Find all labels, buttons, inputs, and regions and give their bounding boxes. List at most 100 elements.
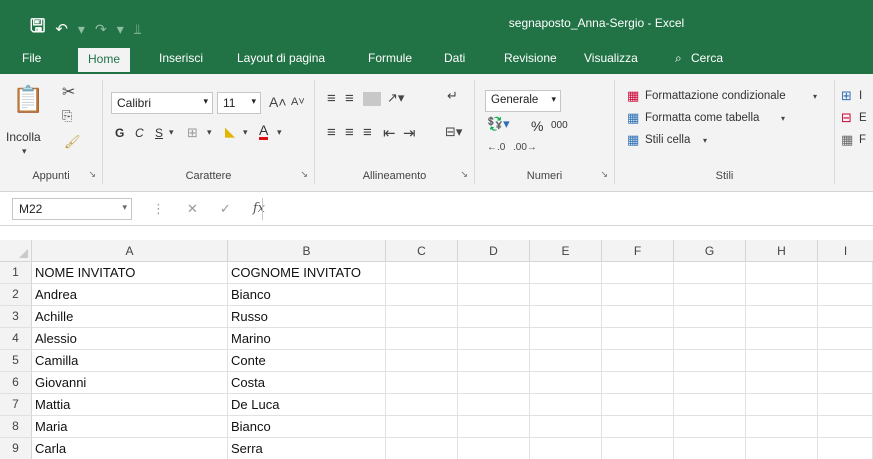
table-cell[interactable] [746, 438, 818, 459]
table-cell[interactable] [458, 262, 530, 284]
format-painter-icon[interactable]: 🖌 [64, 134, 81, 150]
table-cell[interactable]: Mattia [32, 394, 228, 416]
accounting-icon[interactable]: 💱▾ [487, 116, 510, 132]
table-cell[interactable]: NOME INVITATO [32, 262, 228, 284]
table-cell[interactable] [674, 284, 746, 306]
table-cell[interactable]: Costa [228, 372, 386, 394]
bold-button[interactable]: G [115, 126, 124, 140]
table-cell[interactable] [674, 394, 746, 416]
row-header[interactable]: 9 [0, 438, 32, 459]
table-cell[interactable]: Camilla [32, 350, 228, 372]
format-cells-icon[interactable]: ▦ [841, 132, 853, 148]
table-cell[interactable] [818, 306, 873, 328]
table-cell[interactable] [530, 262, 602, 284]
percent-button[interactable]: % [531, 118, 543, 134]
table-cell[interactable] [458, 328, 530, 350]
table-cell[interactable] [530, 328, 602, 350]
format-as-table-button[interactable]: Formatta come tabella [645, 112, 759, 124]
table-cell[interactable] [386, 438, 458, 459]
italic-button[interactable]: C [135, 126, 144, 140]
row-header[interactable]: 3 [0, 306, 32, 328]
fill-color-dropdown-icon[interactable]: ▾ [243, 127, 248, 138]
cancel-icon[interactable]: ✕ [187, 201, 198, 217]
table-cell[interactable]: Conte [228, 350, 386, 372]
column-header-g[interactable]: G [674, 240, 746, 262]
table-cell[interactable]: Alessio [32, 328, 228, 350]
column-header-h[interactable]: H [746, 240, 818, 262]
align-bottom-icon[interactable] [363, 92, 381, 106]
conditional-formatting-dropdown-icon[interactable]: ▾ [813, 92, 817, 101]
align-left-icon[interactable]: ≡ [327, 124, 336, 141]
table-cell[interactable] [674, 438, 746, 459]
column-header-e[interactable]: E [530, 240, 602, 262]
column-header-d[interactable]: D [458, 240, 530, 262]
table-cell[interactable] [746, 306, 818, 328]
table-cell[interactable] [602, 372, 674, 394]
table-cell[interactable] [458, 394, 530, 416]
tab-data[interactable]: Dati [444, 51, 465, 65]
table-cell[interactable] [458, 306, 530, 328]
table-cell[interactable]: COGNOME INVITATO [228, 262, 386, 284]
paste-dropdown-icon[interactable]: ▾ [22, 146, 27, 157]
search-icon[interactable]: ⌕ [675, 51, 682, 66]
orientation-icon[interactable]: ↗▾ [387, 90, 404, 106]
more-options-icon[interactable]: ⋮ [152, 201, 165, 217]
decrease-font-icon[interactable]: A˅ [291, 96, 305, 108]
format-cells-button[interactable]: F [859, 134, 866, 146]
table-cell[interactable]: Giovanni [32, 372, 228, 394]
merge-center-icon[interactable]: ⊟▾ [445, 124, 462, 140]
row-header[interactable]: 4 [0, 328, 32, 350]
table-cell[interactable] [386, 350, 458, 372]
table-cell[interactable] [674, 372, 746, 394]
tab-search[interactable]: Cerca [691, 51, 723, 65]
table-cell[interactable] [458, 350, 530, 372]
table-cell[interactable] [602, 416, 674, 438]
table-cell[interactable] [530, 416, 602, 438]
clipboard-launcher-icon[interactable]: ↘ [88, 169, 96, 180]
table-cell[interactable] [386, 262, 458, 284]
table-cell[interactable] [818, 328, 873, 350]
table-cell[interactable] [458, 416, 530, 438]
format-as-table-dropdown-icon[interactable]: ▾ [781, 114, 785, 123]
number-launcher-icon[interactable]: ↘ [600, 169, 608, 180]
delete-cells-icon[interactable]: ⊟ [841, 110, 852, 126]
table-cell[interactable] [386, 328, 458, 350]
table-cell[interactable]: Andrea [32, 284, 228, 306]
tab-file[interactable]: File [22, 51, 41, 65]
table-cell[interactable] [746, 284, 818, 306]
alignment-launcher-icon[interactable]: ↘ [460, 169, 468, 180]
row-header[interactable]: 8 [0, 416, 32, 438]
tab-insert[interactable]: Inserisci [159, 51, 203, 65]
table-cell[interactable] [386, 306, 458, 328]
fill-color-icon[interactable]: ◣ [225, 124, 235, 140]
row-header[interactable]: 7 [0, 394, 32, 416]
table-cell[interactable] [530, 394, 602, 416]
column-header-c[interactable]: C [386, 240, 458, 262]
table-cell[interactable]: Marino [228, 328, 386, 350]
table-cell[interactable] [818, 416, 873, 438]
table-cell[interactable] [602, 262, 674, 284]
table-cell[interactable] [602, 328, 674, 350]
paste-button[interactable]: Incolla [6, 130, 41, 144]
tab-page-layout[interactable]: Layout di pagina [237, 51, 325, 65]
conditional-formatting-button[interactable]: Formattazione condizionale [645, 90, 786, 102]
column-header-a[interactable]: A [32, 240, 228, 262]
table-cell[interactable] [818, 438, 873, 459]
table-cell[interactable] [458, 372, 530, 394]
column-header-i[interactable]: I [818, 240, 873, 262]
font-launcher-icon[interactable]: ↘ [300, 169, 308, 180]
table-cell[interactable] [674, 262, 746, 284]
name-box-dropdown-icon[interactable]: ▾ [122, 202, 127, 213]
table-cell[interactable] [602, 306, 674, 328]
name-box[interactable]: M22 ▾ [12, 198, 132, 220]
align-top-icon[interactable]: ≡ [327, 90, 336, 107]
table-cell[interactable]: Russo [228, 306, 386, 328]
align-center-icon[interactable]: ≡ [345, 124, 354, 141]
table-cell[interactable] [818, 350, 873, 372]
table-cell[interactable] [746, 262, 818, 284]
table-cell[interactable] [818, 394, 873, 416]
table-cell[interactable] [386, 416, 458, 438]
table-cell[interactable] [530, 438, 602, 459]
cell-styles-dropdown-icon[interactable]: ▾ [703, 136, 707, 145]
underline-dropdown-icon[interactable]: ▾ [169, 127, 174, 138]
